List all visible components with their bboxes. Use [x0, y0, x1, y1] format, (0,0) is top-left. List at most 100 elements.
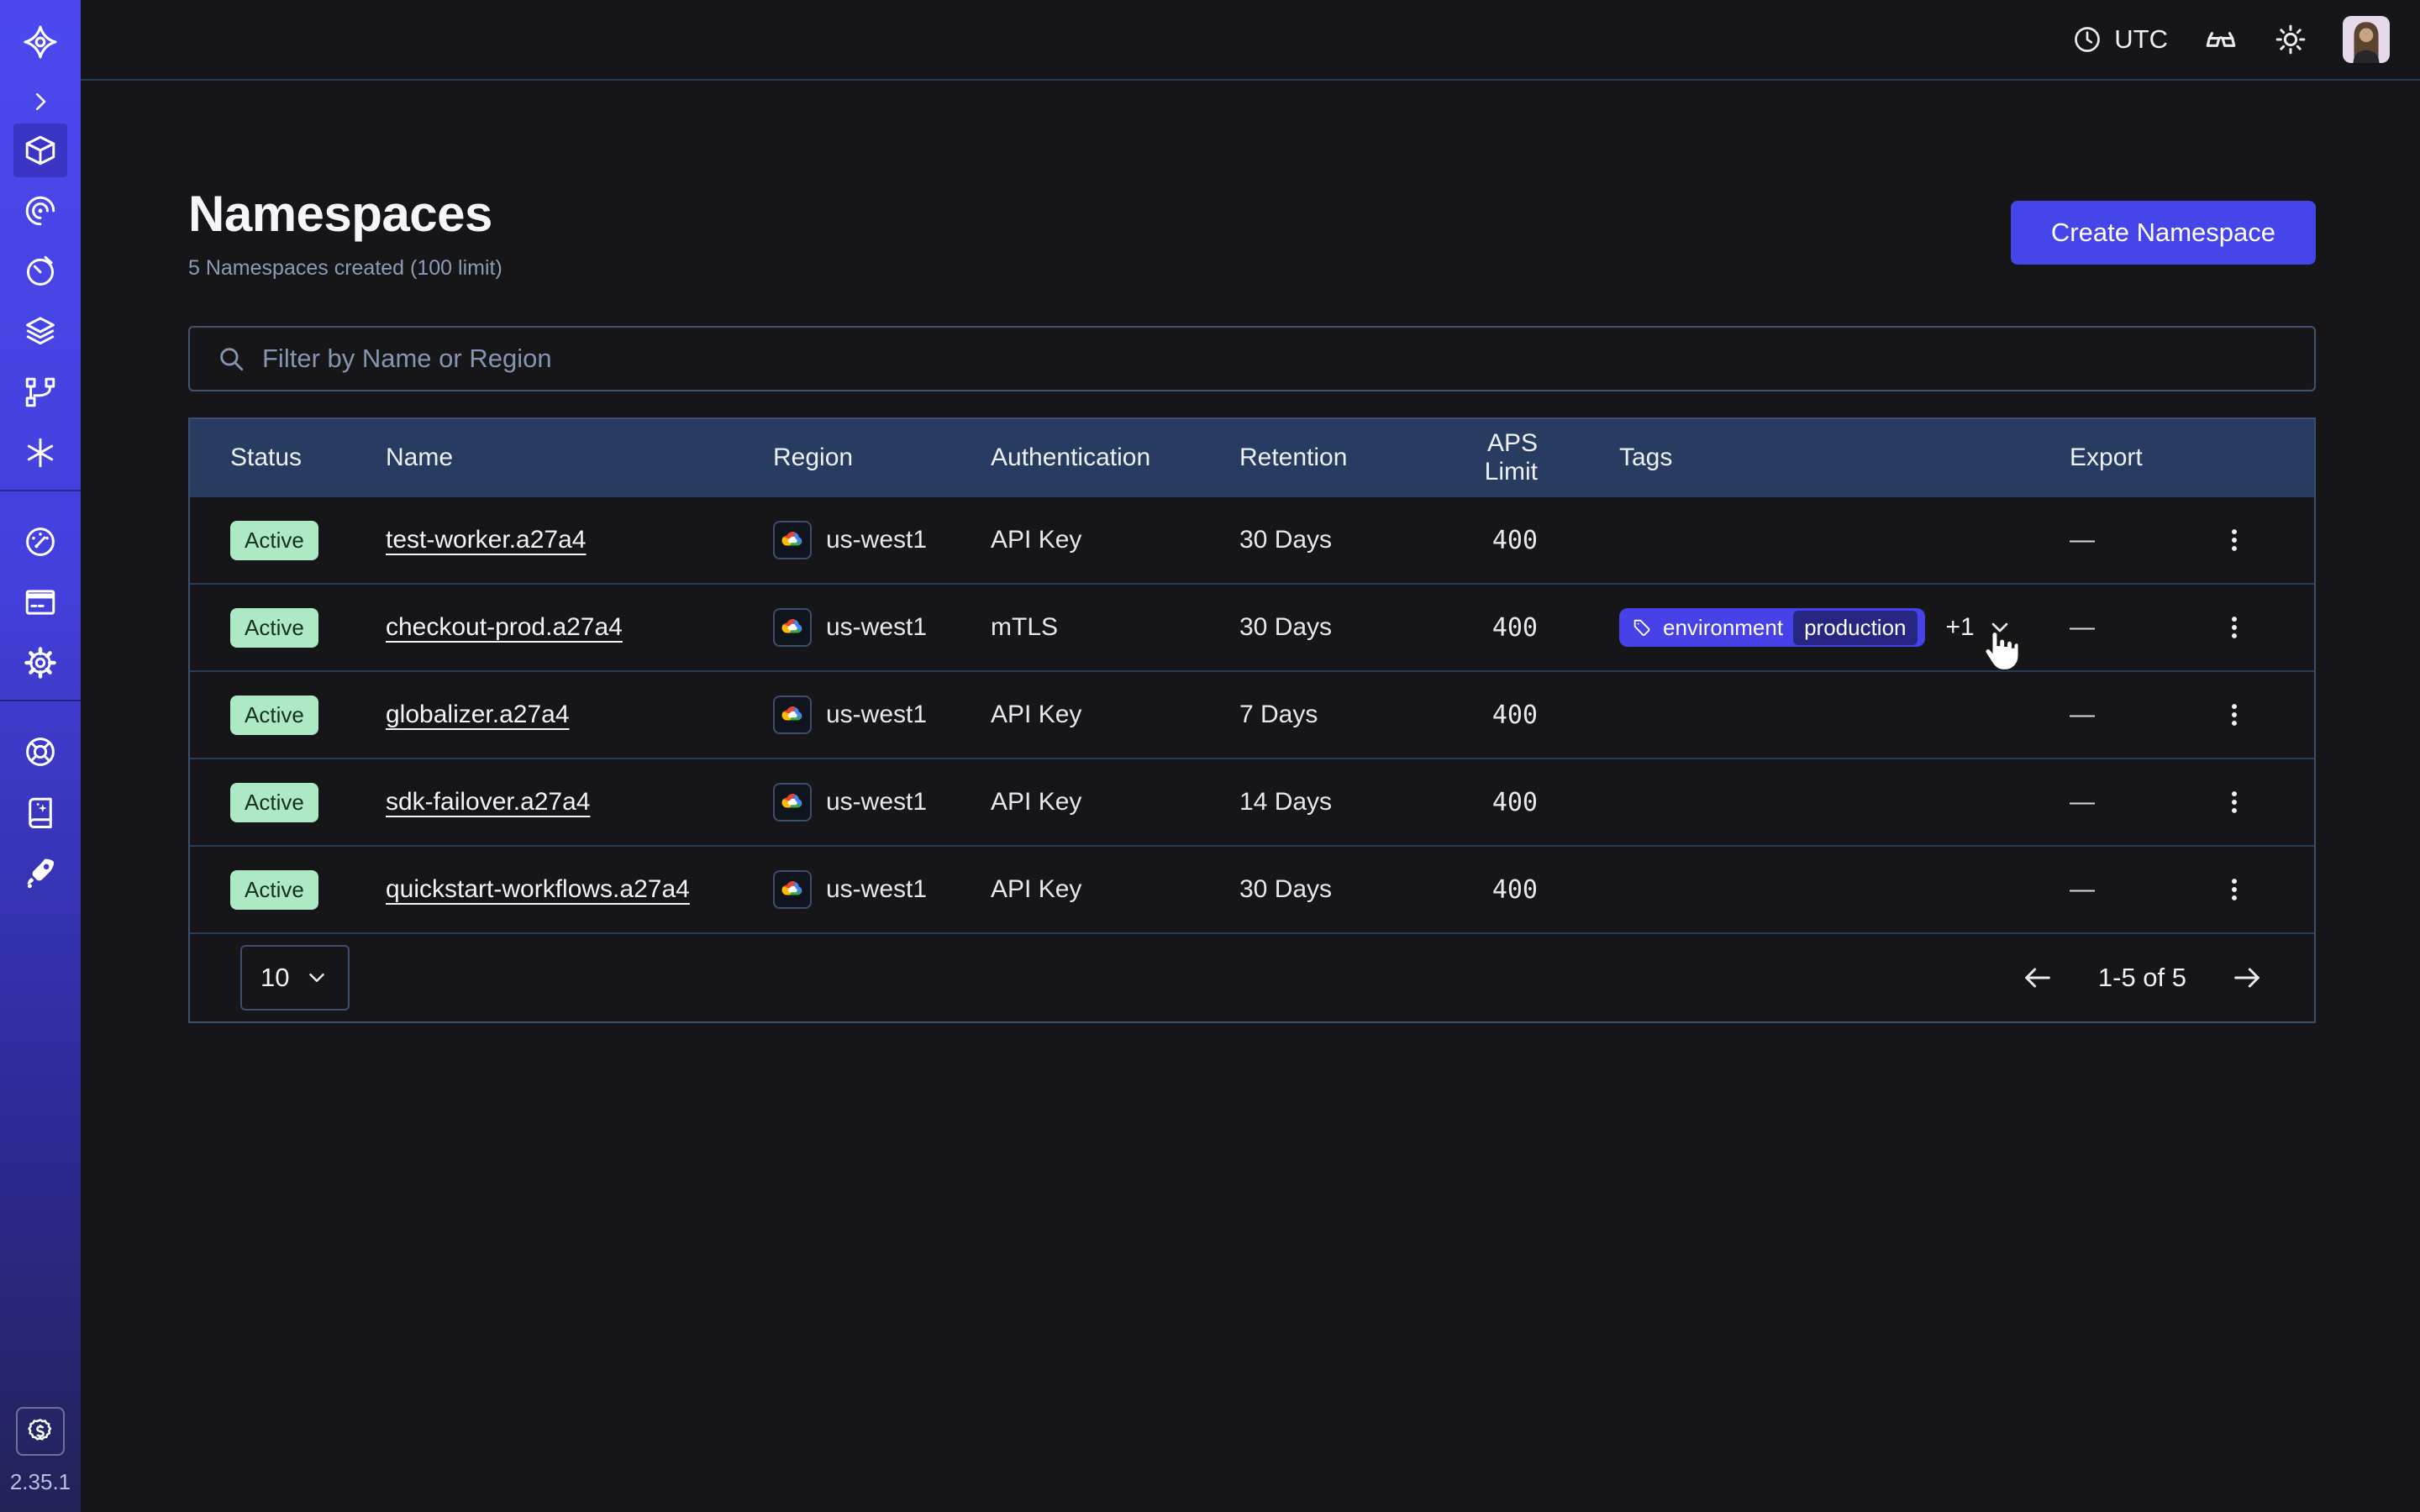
row-actions-menu-button[interactable]: [2220, 701, 2249, 729]
filter-bar: [188, 326, 2316, 391]
retention-period: 30 Days: [1239, 526, 1433, 554]
tag-chip[interactable]: environment production: [1619, 608, 1925, 647]
sidebar-item-settings[interactable]: [0, 633, 81, 693]
tag-more-count: +1: [1946, 613, 1975, 642]
app-version: 2.35.1: [10, 1469, 71, 1495]
table-header: Status Name Region Authentication Retent…: [190, 419, 2314, 496]
namespace-link[interactable]: test-worker.a27a4: [386, 526, 586, 554]
auth-method: API Key: [991, 526, 1239, 554]
column-header-authentication: Authentication: [991, 444, 1239, 472]
column-header-status: Status: [190, 444, 386, 472]
sidebar-item-support[interactable]: [0, 722, 81, 782]
column-header-aps-limit: APS Limit: [1433, 429, 1538, 486]
temporal-logo-button[interactable]: [0, 23, 81, 61]
gcp-region-tile: [773, 608, 812, 647]
page-subtitle: 5 Namespaces created (100 limit): [188, 256, 502, 281]
kebab-menu-icon: [2220, 526, 2249, 554]
row-actions-menu-button[interactable]: [2220, 613, 2249, 642]
status-badge: Active: [230, 608, 318, 648]
user-avatar[interactable]: [2343, 16, 2390, 63]
main-content: Namespaces 5 Namespaces created (100 lim…: [81, 81, 2420, 1023]
sidebar-item-workflows[interactable]: [0, 362, 81, 423]
previous-page-button[interactable]: [2021, 961, 2054, 995]
retention-period: 30 Days: [1239, 613, 1433, 642]
sidebar-divider: [0, 700, 81, 701]
row-actions-menu-button[interactable]: [2220, 788, 2249, 816]
gcp-region-tile: [773, 521, 812, 559]
sidebar-divider: [0, 490, 81, 491]
chevron-down-icon: [304, 965, 329, 990]
next-page-button[interactable]: [2230, 961, 2264, 995]
export-value: —: [2070, 788, 2095, 816]
sidebar-item-billing[interactable]: [0, 572, 81, 633]
timezone-button[interactable]: UTC: [2072, 24, 2168, 55]
sidebar-item-nexus[interactable]: [0, 423, 81, 483]
arrow-left-icon: [2021, 961, 2054, 995]
sidebar-item-deployments[interactable]: [0, 302, 81, 362]
row-actions-menu-button[interactable]: [2220, 875, 2249, 904]
aps-limit-value: 400: [1433, 526, 1538, 555]
table-footer: 10 1-5 of 5: [190, 932, 2314, 1021]
aps-limit-value: 400: [1433, 613, 1538, 643]
pagination-range: 1-5 of 5: [2098, 963, 2186, 993]
avatar-photo: [2343, 16, 2390, 63]
page-size-select[interactable]: 10: [240, 945, 350, 1011]
auth-method: API Key: [991, 788, 1239, 816]
auth-method: mTLS: [991, 613, 1239, 642]
sidebar-item-getting-started[interactable]: [0, 843, 81, 903]
auth-method: API Key: [991, 875, 1239, 904]
sidebar-item-observe[interactable]: [0, 181, 81, 241]
credits-button[interactable]: [16, 1407, 65, 1456]
aps-limit-value: 400: [1433, 701, 1538, 730]
accessibility-reader-button[interactable]: [2203, 22, 2238, 57]
chevron-down-icon: [1986, 614, 2013, 641]
namespace-link[interactable]: quickstart-workflows.a27a4: [386, 875, 690, 903]
namespace-link[interactable]: checkout-prod.a27a4: [386, 613, 623, 641]
column-header-export: Export: [2070, 444, 2314, 472]
column-header-tags: Tags: [1538, 444, 2070, 472]
tag-expand-button[interactable]: [1986, 614, 2013, 641]
status-badge: Active: [230, 696, 318, 735]
page-title: Namespaces: [188, 185, 502, 243]
column-header-retention: Retention: [1239, 444, 1433, 472]
sidebar-item-usage[interactable]: [0, 512, 81, 572]
table-row: Active sdk-failover.a27a4: [190, 758, 2314, 845]
table-row: Active globalizer.a27a4: [190, 670, 2314, 758]
row-actions-menu-button[interactable]: [2220, 526, 2249, 554]
sidebar-item-docs[interactable]: [0, 782, 81, 843]
namespace-link[interactable]: sdk-failover.a27a4: [386, 788, 591, 816]
sidebar: 2.35.1: [0, 0, 81, 1512]
column-header-region: Region: [773, 444, 991, 472]
book-sparkle-icon: [23, 795, 58, 830]
namespace-link[interactable]: globalizer.a27a4: [386, 701, 570, 728]
temporal-logo-icon: [22, 24, 59, 60]
gcp-region-tile: [773, 696, 812, 734]
billing-card-icon: [23, 585, 58, 620]
lifebuoy-icon: [23, 734, 58, 769]
timezone-label: UTC: [2114, 24, 2168, 55]
gcp-cloud-icon: [780, 615, 805, 640]
sidebar-expand-button[interactable]: [0, 83, 81, 120]
search-icon: [217, 344, 245, 373]
create-namespace-button[interactable]: Create Namespace: [2011, 201, 2316, 265]
theme-toggle-button[interactable]: [2274, 23, 2307, 56]
kebab-menu-icon: [2220, 701, 2249, 729]
column-header-name: Name: [386, 444, 773, 472]
asterisk-icon: [23, 435, 58, 470]
kebab-menu-icon: [2220, 875, 2249, 904]
gauge-icon: [23, 524, 58, 559]
status-badge: Active: [230, 783, 318, 822]
tag-key: environment: [1663, 615, 1783, 641]
page-size-value: 10: [260, 963, 289, 993]
filter-input[interactable]: [262, 344, 2287, 374]
topbar: UTC: [81, 0, 2420, 81]
git-branch-icon: [23, 375, 58, 410]
gear-icon: [23, 645, 58, 680]
region-label: us-west1: [826, 788, 927, 816]
gcp-region-tile: [773, 870, 812, 909]
table-row: Active checkout-prod.a27a4: [190, 583, 2314, 670]
cube-icon: [23, 133, 58, 168]
sidebar-item-namespaces[interactable]: [13, 123, 67, 177]
sidebar-item-history[interactable]: [0, 241, 81, 302]
retention-period: 7 Days: [1239, 701, 1433, 729]
